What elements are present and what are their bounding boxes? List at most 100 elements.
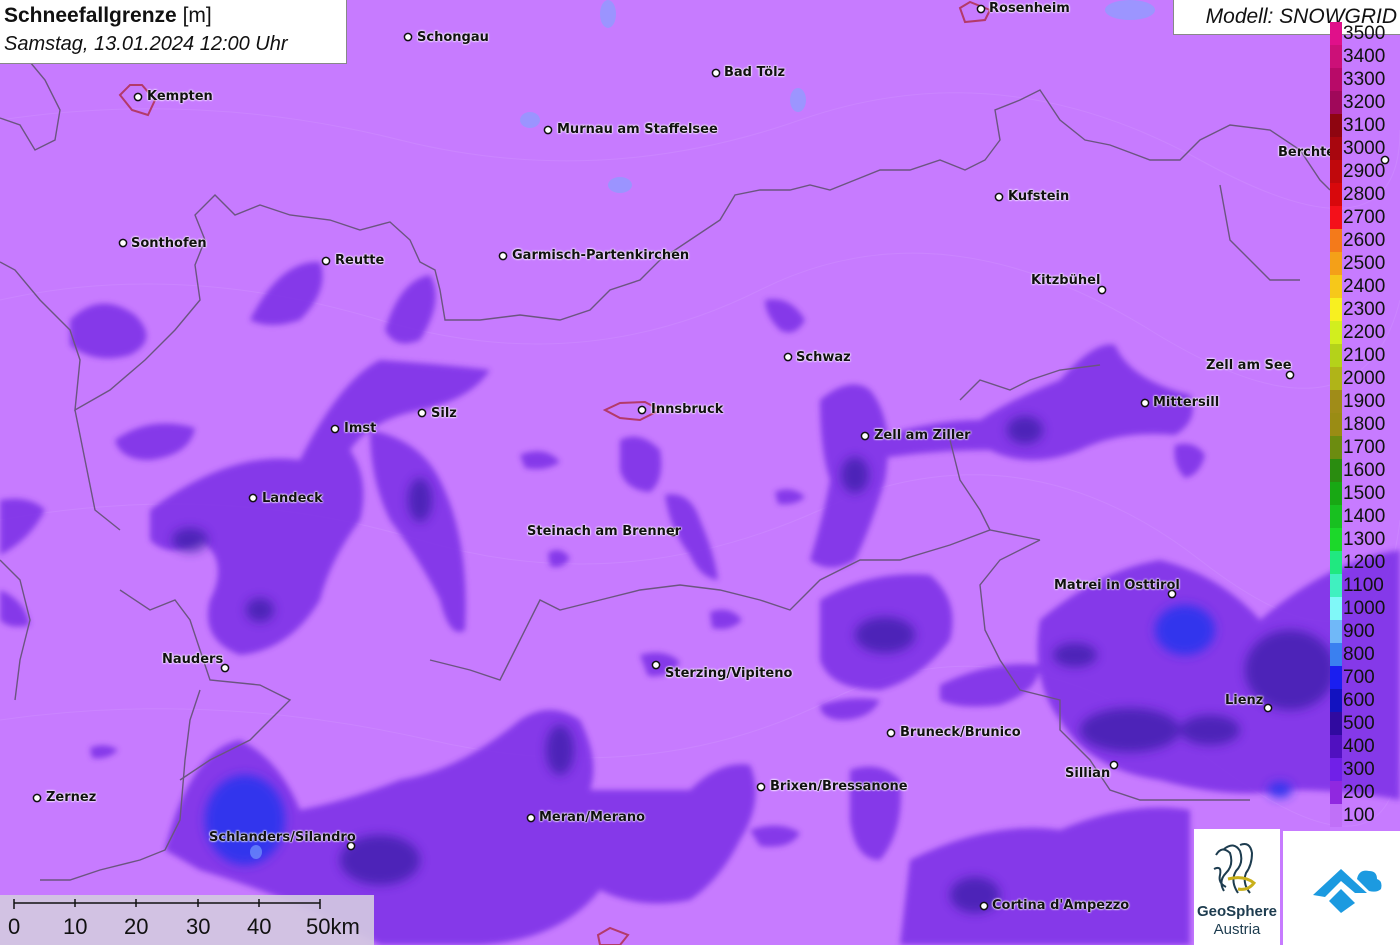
legend-label: 900 <box>1343 621 1375 642</box>
legend-label: 500 <box>1343 713 1375 734</box>
legend-swatch <box>1330 781 1342 804</box>
legend-swatch <box>1330 22 1342 45</box>
legend-item: 1100 <box>1328 574 1400 597</box>
city-label: Berchte <box>1278 145 1336 160</box>
legend-label: 1600 <box>1343 460 1386 481</box>
city-label: Kufstein <box>1008 189 1070 204</box>
city-label: Meran/Merano <box>539 810 646 825</box>
legend-swatch <box>1330 758 1342 781</box>
city-label: Landeck <box>262 491 323 506</box>
legend-item: 100 <box>1328 804 1400 827</box>
city-label: Mittersill <box>1153 395 1220 410</box>
legend-item: 2900 <box>1328 160 1400 183</box>
legend-swatch <box>1330 252 1342 275</box>
scale-tick-label: 30 <box>186 914 211 939</box>
legend-item: 1500 <box>1328 482 1400 505</box>
legend-item: 2100 <box>1328 344 1400 367</box>
legend-swatch <box>1330 298 1342 321</box>
legend-item: 2500 <box>1328 252 1400 275</box>
city-label: Zell am Ziller <box>874 428 971 443</box>
legend-label: 3300 <box>1343 69 1386 90</box>
scale-tick-label: 0 <box>8 914 21 939</box>
legend-label: 3200 <box>1343 92 1386 113</box>
legend-label: 2100 <box>1343 345 1386 366</box>
legend-item: 600 <box>1328 689 1400 712</box>
legend-swatch <box>1330 390 1342 413</box>
legend-swatch <box>1330 689 1342 712</box>
title-unit: [m] <box>182 4 212 27</box>
city-label: Kitzbühel <box>1031 273 1101 288</box>
legend-label: 1400 <box>1343 506 1386 527</box>
legend-item: 2300 <box>1328 298 1400 321</box>
legend-label: 2900 <box>1343 161 1386 182</box>
legend-label: 2300 <box>1343 299 1386 320</box>
snowgrid-logo[interactable] <box>1283 831 1400 945</box>
legend-swatch <box>1330 183 1342 206</box>
city-label: Bad Tölz <box>724 65 786 80</box>
legend-item: 2700 <box>1328 206 1400 229</box>
legend-label: 2000 <box>1343 368 1386 389</box>
city-label: Matrei in Osttirol <box>1054 578 1180 593</box>
scale-tick-label: 10 <box>63 914 88 939</box>
legend-swatch <box>1330 344 1342 367</box>
legend-swatch <box>1330 643 1342 666</box>
title-parameter: Schneefallgrenze <box>4 4 177 27</box>
legend-item: 300 <box>1328 758 1400 781</box>
color-legend: 3500 3400 3300 3200 3100 3000 2900 2800 2700 2600… <box>1328 22 1400 834</box>
city-label: Brixen/Bressanone <box>770 779 908 794</box>
legend-item: 1600 <box>1328 459 1400 482</box>
scale-tick-label: 40 <box>247 914 272 939</box>
legend-label: 600 <box>1343 690 1375 711</box>
city-label: Steinach am Brenner <box>527 524 682 539</box>
legend-label: 3000 <box>1343 138 1386 159</box>
legend-label: 1000 <box>1343 598 1386 619</box>
legend-item: 3400 <box>1328 45 1400 68</box>
legend-swatch <box>1330 620 1342 643</box>
legend-swatch <box>1330 666 1342 689</box>
legend-item: 500 <box>1328 712 1400 735</box>
city-label: Kempten <box>147 89 213 104</box>
legend-item: 700 <box>1328 666 1400 689</box>
legend-item: 2600 <box>1328 229 1400 252</box>
geosphere-logo[interactable]: GeoSphere Austria <box>1194 829 1280 945</box>
city-label: Cortina d'Ampezzo <box>992 898 1130 913</box>
legend-swatch <box>1330 735 1342 758</box>
city-label: Rosenheim <box>989 1 1070 16</box>
legend-label: 200 <box>1343 782 1375 803</box>
legend-label: 1500 <box>1343 483 1386 504</box>
legend-swatch <box>1330 229 1342 252</box>
legend-swatch <box>1330 137 1342 160</box>
legend-label: 2400 <box>1343 276 1386 297</box>
legend-swatch <box>1330 551 1342 574</box>
legend-swatch <box>1330 114 1342 137</box>
legend-item: 1900 <box>1328 390 1400 413</box>
legend-swatch <box>1330 413 1342 436</box>
legend-swatch <box>1330 321 1342 344</box>
legend-label: 1200 <box>1343 552 1386 573</box>
legend-label: 2200 <box>1343 322 1386 343</box>
city-label: Schlanders/Silandro <box>209 830 356 845</box>
snowline-map[interactable] <box>0 0 1400 945</box>
geosphere-name: GeoSphere <box>1196 903 1278 920</box>
legend-swatch <box>1330 597 1342 620</box>
legend-item: 3500 <box>1328 22 1400 45</box>
legend-label: 100 <box>1343 805 1375 826</box>
city-label: Schongau <box>417 30 489 45</box>
legend-item: 900 <box>1328 620 1400 643</box>
legend-label: 800 <box>1343 644 1375 665</box>
snow-cloud-icon <box>1313 869 1382 913</box>
legend-item: 1300 <box>1328 528 1400 551</box>
city-label: Bruneck/Brunico <box>900 725 1021 740</box>
city-label: Innsbruck <box>651 402 724 417</box>
city-label: Lienz <box>1225 693 1264 708</box>
city-label: Imst <box>344 421 377 436</box>
legend-swatch <box>1330 275 1342 298</box>
scale-tick-label: 50km <box>306 914 360 939</box>
city-label: Zell am See <box>1206 358 1292 373</box>
legend-swatch <box>1330 505 1342 528</box>
city-label: Murnau am Staffelsee <box>557 122 718 137</box>
legend-item: 3000 <box>1328 137 1400 160</box>
legend-label: 300 <box>1343 759 1375 780</box>
city-label: Schwaz <box>796 350 851 365</box>
geosphere-emblem-icon <box>1213 843 1257 894</box>
